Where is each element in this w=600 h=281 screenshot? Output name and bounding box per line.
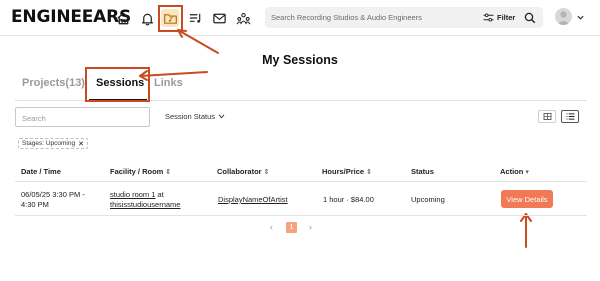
list-icon <box>566 113 574 120</box>
caret-down-icon: ▾ <box>525 168 529 176</box>
table-cell-hours-price: 1 hour · $84.00 <box>323 195 374 204</box>
sort-icon: ⇕ <box>165 168 172 176</box>
studio-link[interactable]: thisisstudiousername <box>110 200 180 210</box>
grid-view-button[interactable] <box>538 110 556 123</box>
top-nav-bar: ENGINEEARS Filter <box>0 0 600 36</box>
filter-label: Filter <box>497 13 516 22</box>
stage-filter-chip: Stages: Upcoming ✕ <box>18 138 88 149</box>
column-header-facility[interactable]: Facility / Room ⇕ <box>110 167 171 176</box>
column-header-date[interactable]: Date / Time <box>21 167 61 176</box>
close-icon[interactable]: ✕ <box>78 140 84 148</box>
bell-icon[interactable] <box>138 9 156 27</box>
sort-icon: ⇕ <box>263 168 270 176</box>
table-header-divider <box>15 181 587 182</box>
session-status-label: Session Status <box>165 112 216 121</box>
column-header-action[interactable]: Action ▾ <box>500 167 529 176</box>
session-status-dropdown[interactable]: Session Status <box>165 112 225 121</box>
playlist-icon[interactable] <box>186 9 204 27</box>
session-search-field <box>15 107 150 127</box>
session-search-input[interactable] <box>22 110 147 127</box>
tab-projects[interactable]: Projects(13) <box>22 77 85 89</box>
page-number-current[interactable]: 1 <box>286 222 297 233</box>
table-cell-facility: studio room 1 at thisisstudiousername <box>110 190 181 210</box>
stage-filter-chip-label: Stages: Upcoming <box>22 140 76 147</box>
chevron-down-icon <box>218 114 225 119</box>
community-icon[interactable] <box>234 9 252 27</box>
sort-icon: ⇕ <box>366 168 372 176</box>
annotation-highlight-nav <box>158 5 183 32</box>
user-avatar-icon[interactable] <box>555 8 572 25</box>
filter-button[interactable]: Filter <box>483 10 515 25</box>
annotation-highlight-tab <box>85 67 150 102</box>
view-details-button[interactable]: View Details <box>501 190 553 208</box>
search-icon[interactable] <box>523 11 537 25</box>
filter-icon <box>483 13 494 22</box>
global-search-input[interactable] <box>271 9 471 26</box>
page-title: My Sessions <box>262 53 338 67</box>
collaborator-link[interactable]: DisplayNameOfArtist <box>218 195 288 205</box>
next-page-icon[interactable]: › <box>309 222 312 232</box>
column-header-collaborator[interactable]: Collaborator ⇕ <box>217 167 269 176</box>
grid-icon <box>543 113 551 120</box>
list-view-button[interactable] <box>561 110 579 123</box>
annotation-arrows <box>139 29 532 248</box>
room-link[interactable]: studio room 1 <box>110 190 155 199</box>
column-header-status: Status <box>411 167 434 176</box>
previous-page-icon[interactable]: ‹ <box>270 222 273 232</box>
table-cell-date: 06/05/25 3:30 PM - 4:30 PM <box>21 190 85 209</box>
mail-icon[interactable] <box>210 9 228 27</box>
global-search-bar: Filter <box>265 7 543 28</box>
status-badge: Upcoming <box>411 195 445 204</box>
chevron-down-icon[interactable] <box>576 13 585 22</box>
tab-links[interactable]: Links <box>154 77 183 89</box>
home-icon[interactable] <box>114 9 132 27</box>
column-header-hours-price[interactable]: Hours/Price ⇕ <box>322 167 372 176</box>
table-row-divider <box>15 215 587 216</box>
